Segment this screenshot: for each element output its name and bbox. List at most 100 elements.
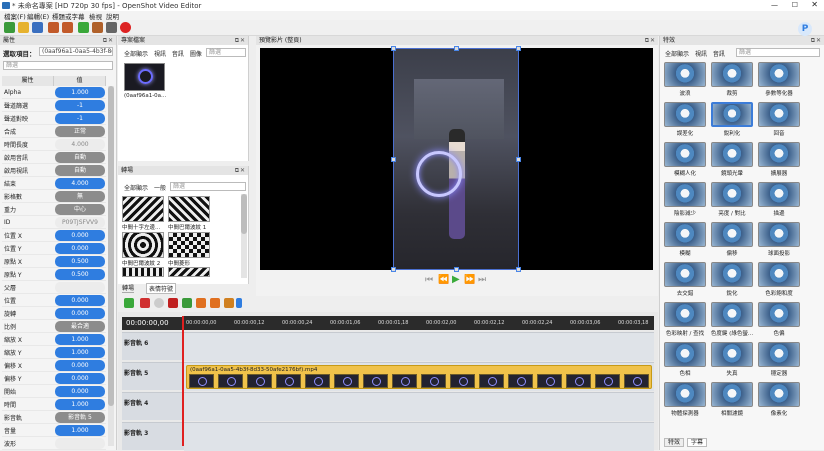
effect-thumbnail[interactable] xyxy=(664,102,706,127)
razor-icon[interactable] xyxy=(168,298,178,308)
effect-thumbnail[interactable] xyxy=(758,62,800,87)
property-value[interactable]: 1.000 xyxy=(55,424,105,436)
snap-icon[interactable] xyxy=(140,298,150,308)
effect-thumbnail[interactable] xyxy=(664,342,706,367)
property-row[interactable]: 位置 X 0.000 xyxy=(2,229,106,242)
resize-handle[interactable] xyxy=(391,46,396,51)
property-value[interactable]: 1.000 xyxy=(55,346,105,358)
playhead[interactable] xyxy=(182,316,184,446)
property-value[interactable]: 正常 xyxy=(55,125,105,137)
transition-thumbnail[interactable] xyxy=(122,232,164,258)
property-value[interactable]: 自動 xyxy=(55,164,105,176)
save-project-icon[interactable] xyxy=(32,22,43,33)
property-row[interactable]: 位置 Y 0.000 xyxy=(2,242,106,255)
properties-filter-input[interactable]: 篩選 xyxy=(3,61,113,70)
transition-thumbnail[interactable] xyxy=(168,267,210,277)
property-value[interactable]: 0.000 xyxy=(55,372,105,384)
effect-thumbnail[interactable] xyxy=(711,382,753,407)
tab-audio[interactable]: 音訊 xyxy=(713,51,725,58)
resize-handle[interactable] xyxy=(454,46,459,51)
property-row[interactable]: 原點 Y 0.500 xyxy=(2,268,106,281)
property-value[interactable]: 0.000 xyxy=(55,385,105,397)
effect-thumbnail[interactable] xyxy=(664,182,706,207)
property-row[interactable]: 影格數 無 xyxy=(2,190,106,203)
effect-thumbnail[interactable] xyxy=(711,222,753,247)
resize-handle[interactable] xyxy=(516,46,521,51)
property-row[interactable]: 啟用音訊 自動 xyxy=(2,151,106,164)
resize-handle[interactable] xyxy=(391,267,396,272)
track-6[interactable]: 影音軌 6 xyxy=(122,332,654,361)
property-value[interactable]: 最合適 xyxy=(55,320,105,332)
effect-thumbnail[interactable] xyxy=(758,262,800,287)
property-row[interactable]: 縮放 Y 1.000 xyxy=(2,346,106,359)
effect-thumbnail[interactable] xyxy=(758,182,800,207)
video-clip[interactable]: (0aaf96a1-0aa5-4b3f-8d33-50afe2176bf).mp… xyxy=(186,365,652,389)
property-row[interactable]: 啟用視訊 自動 xyxy=(2,164,106,177)
tab-image[interactable]: 圖像 xyxy=(190,51,202,58)
property-row[interactable]: 位置 0.000 xyxy=(2,294,106,307)
property-value[interactable]: 1.000 xyxy=(55,398,105,410)
tab-show-all[interactable]: 全部顯示 xyxy=(124,51,148,58)
tab-transitions[interactable]: 轉場 xyxy=(122,283,135,293)
effects-filter-input[interactable]: 篩選 xyxy=(736,48,820,57)
effect-thumbnail[interactable] xyxy=(711,182,753,207)
property-value[interactable]: 0.000 xyxy=(55,294,105,306)
add-marker-icon[interactable] xyxy=(182,298,192,308)
dock-buttons[interactable]: ⧉✕ xyxy=(235,36,246,45)
effect-thumbnail[interactable] xyxy=(711,342,753,367)
redo-icon[interactable] xyxy=(62,22,73,33)
file-thumbnail[interactable] xyxy=(124,63,165,91)
track-5[interactable]: 影音軌 5 (0aaf96a1-0aa5-4b3f-8d33-50afe2176… xyxy=(122,362,654,391)
effect-thumbnail[interactable] xyxy=(758,342,800,367)
property-value[interactable] xyxy=(55,437,105,449)
effect-thumbnail[interactable] xyxy=(711,142,753,167)
property-row[interactable]: 偏移 Y 0.000 xyxy=(2,372,106,385)
next-marker-icon[interactable] xyxy=(210,298,220,308)
property-row[interactable]: 偏移 X 0.000 xyxy=(2,359,106,372)
jump-end-icon[interactable]: ⏭ xyxy=(478,275,486,285)
effect-thumbnail[interactable] xyxy=(758,222,800,247)
fast-forward-icon[interactable]: ⏩ xyxy=(464,275,475,285)
transition-thumbnail[interactable] xyxy=(168,232,210,258)
dock-buttons[interactable]: ⧉✕ xyxy=(235,166,246,175)
property-value[interactable]: 4.000 xyxy=(55,177,105,189)
property-row[interactable]: 縮放 X 1.000 xyxy=(2,333,106,346)
effect-thumbnail[interactable] xyxy=(758,102,800,127)
tab-general[interactable]: 一般 xyxy=(154,185,166,192)
profile-icon[interactable] xyxy=(92,22,103,33)
tab-emoji[interactable]: 表情符號 xyxy=(146,283,177,294)
property-row[interactable]: 影音軌 影音軌 5 xyxy=(2,411,106,424)
property-value[interactable]: 中心 xyxy=(55,203,105,215)
property-row[interactable]: Alpha 1.000 xyxy=(2,86,106,99)
property-value[interactable]: 0.000 xyxy=(55,242,105,254)
resize-handle[interactable] xyxy=(454,267,459,272)
effect-thumbnail[interactable] xyxy=(664,62,706,87)
property-row[interactable]: 開始 0.000 xyxy=(2,385,106,398)
property-value[interactable]: 0.000 xyxy=(55,359,105,371)
track-area[interactable] xyxy=(184,393,654,421)
play-icon[interactable]: ▶ xyxy=(452,274,460,285)
property-value[interactable] xyxy=(55,281,105,293)
effect-thumbnail[interactable] xyxy=(758,142,800,167)
project-files-filter-input[interactable]: 篩選 xyxy=(206,48,246,57)
property-row[interactable]: 合成 正常 xyxy=(2,125,106,138)
track-area[interactable] xyxy=(184,333,654,361)
property-row[interactable]: 重力 中心 xyxy=(2,203,106,216)
resize-handle[interactable] xyxy=(391,157,396,162)
effect-thumbnail[interactable] xyxy=(711,302,753,327)
video-frame-image[interactable] xyxy=(391,46,521,272)
transitions-scrollbar[interactable] xyxy=(241,194,247,278)
track-4[interactable]: 影音軌 4 xyxy=(122,392,654,421)
property-row[interactable]: 比例 最合適 xyxy=(2,320,106,333)
timing-icon[interactable] xyxy=(154,298,164,308)
effect-thumbnail[interactable] xyxy=(758,382,800,407)
minimize-button[interactable]: — xyxy=(771,1,778,9)
property-row[interactable]: 波形 xyxy=(2,437,106,450)
tab-show-all[interactable]: 全部顯示 xyxy=(124,185,148,192)
dock-buttons[interactable]: ⧉✕ xyxy=(645,36,656,45)
effect-thumbnail[interactable] xyxy=(664,382,706,407)
zoom-icon[interactable] xyxy=(236,298,242,308)
transitions-filter-input[interactable]: 篩選 xyxy=(170,182,246,191)
property-value[interactable]: 4.000 xyxy=(55,138,105,150)
track-3[interactable]: 影音軌 3 xyxy=(122,422,654,451)
